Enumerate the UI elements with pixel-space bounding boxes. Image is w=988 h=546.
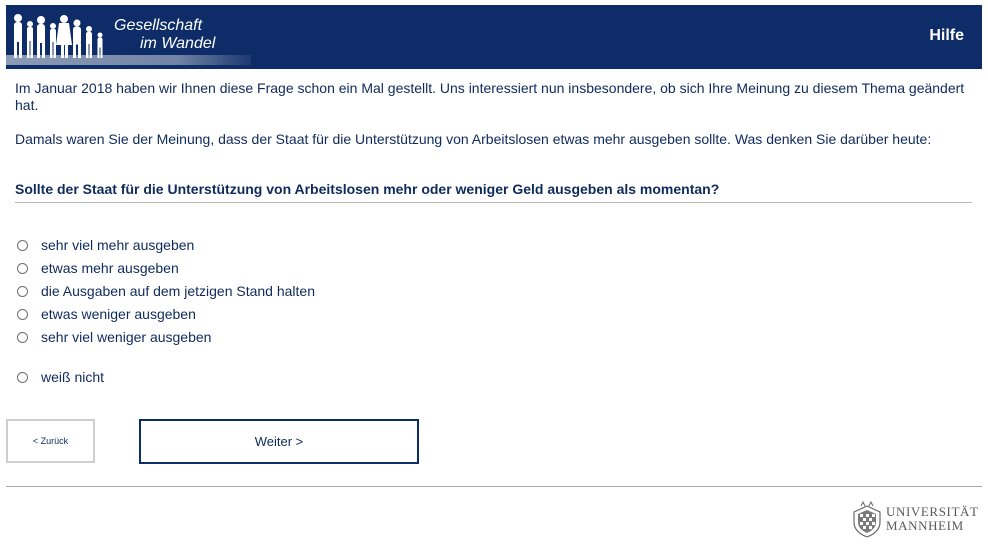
option-sehr-viel-mehr[interactable]: sehr viel mehr ausgeben <box>17 236 194 254</box>
radio-button[interactable] <box>17 308 28 320</box>
brand-title-line2: im Wandel <box>140 35 216 52</box>
radio-button[interactable] <box>17 262 28 274</box>
option-etwas-weniger[interactable]: etwas weniger ausgeben <box>17 305 196 323</box>
radio-button[interactable] <box>17 371 28 383</box>
question-text: Sollte der Staat für die Unterstützung v… <box>15 181 720 197</box>
back-button[interactable]: < Zurück <box>6 419 95 463</box>
question-divider <box>15 202 972 203</box>
gesellschaft-im-wandel-logo: Gesellschaft im Wandel <box>6 5 251 69</box>
option-label: etwas weniger ausgeben <box>41 306 196 322</box>
option-weiss-nicht[interactable]: weiß nicht <box>17 368 104 386</box>
next-button[interactable]: Weiter > <box>139 419 419 464</box>
university-crest-icon <box>853 500 881 538</box>
header-bar: Gesellschaft im Wandel Hilfe <box>6 5 982 69</box>
option-gleich-halten[interactable]: die Ausgaben auf dem jetzigen Stand halt… <box>17 282 315 300</box>
option-etwas-mehr[interactable]: etwas mehr ausgeben <box>17 259 179 277</box>
radio-button[interactable] <box>17 285 28 297</box>
radio-button[interactable] <box>17 239 28 251</box>
option-sehr-viel-weniger[interactable]: sehr viel weniger ausgeben <box>17 328 211 346</box>
help-link[interactable]: Hilfe <box>929 27 964 45</box>
option-label: sehr viel mehr ausgeben <box>41 237 195 253</box>
option-label: die Ausgaben auf dem jetzigen Stand halt… <box>41 283 315 299</box>
option-label: sehr viel weniger ausgeben <box>41 329 212 345</box>
intro-text-previous-survey: Im Januar 2018 haben wir Ihnen diese Fra… <box>15 80 965 113</box>
university-name-line2: MANNHEIM <box>886 518 964 533</box>
footer-divider <box>6 486 982 487</box>
option-label: etwas mehr ausgeben <box>41 260 179 276</box>
option-label: weiß nicht <box>41 369 105 385</box>
radio-button[interactable] <box>17 331 28 343</box>
brand-title-line1: Gesellschaft <box>114 17 203 34</box>
university-mannheim-logo: UNIVERSITÄT MANNHEIM <box>850 500 984 538</box>
intro-text-previous-answer: Damals waren Sie der Meinung, dass der S… <box>15 131 932 147</box>
